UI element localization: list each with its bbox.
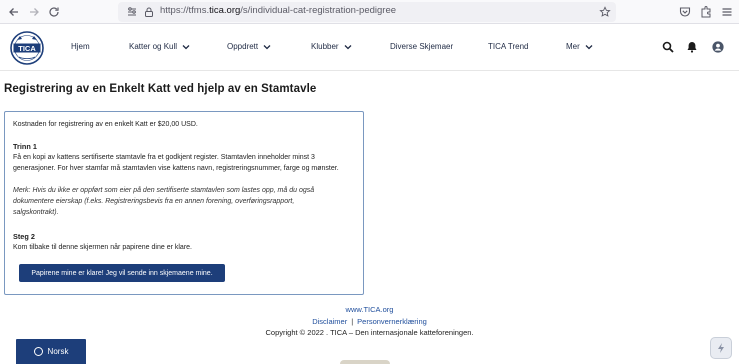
page-title: Registrering av en Enkelt Katt ved hjelp… [4,83,317,95]
nav-mer[interactable]: Mer [566,42,593,51]
browser-toolbar: https://tfms.tica.org/s/individual-cat-r… [0,0,739,24]
nav-diverse-skjemaer[interactable]: Diverse Skjemaer [390,42,453,51]
extensions-icon[interactable] [699,5,713,19]
nav-tica-trend-label: TICA Trend [488,42,529,51]
bookmark-star-icon[interactable] [599,6,611,18]
lock-icon[interactable] [143,6,155,18]
reload-icon[interactable] [46,4,62,20]
url-host: tica.org [209,5,241,16]
chevron-down-icon [182,44,190,49]
address-bar[interactable]: https://tfms.tica.org/s/individual-cat-r… [118,2,616,22]
back-arrow-icon[interactable] [6,4,22,20]
logo-text: TICA [18,44,36,53]
copyright-text: Copyright © 2022 . TICA – Den internasjo… [265,328,474,337]
nav-mer-label: Mer [566,42,580,51]
registration-info-card: Kostnaden for registrering av en enkelt … [4,111,364,295]
language-button[interactable]: Norsk [16,339,86,364]
language-label: Norsk [47,347,69,356]
bell-icon[interactable] [686,41,698,53]
url-text[interactable]: https://tfms.tica.org/s/individual-cat-r… [160,5,396,16]
papers-ready-button[interactable]: Papirene mine er klare! Jeg vil sende in… [19,264,225,282]
privacy-link[interactable]: Personvernerklæring [357,317,427,326]
note-line3: salgskontrakt). [13,209,59,216]
forward-arrow-icon[interactable] [26,4,42,20]
disclaimer-link[interactable]: Disclaimer [312,317,347,326]
site-info-icon[interactable] [126,6,138,18]
step1-heading: Trinn 1 [13,142,37,151]
footer-separator: | [351,317,354,326]
pocket-icon[interactable] [678,5,692,19]
chevron-down-icon [263,44,271,49]
search-icon[interactable] [662,41,674,53]
nav-oppdrett[interactable]: Oppdrett [227,42,271,51]
user-icon[interactable] [712,41,724,53]
language-circle-icon [33,347,43,356]
nav-katter-og-kull-label: Katter og Kull [129,42,178,51]
lightning-widget-icon[interactable] [710,337,732,359]
note-line1: Merk: Hvis du ikke er oppført som eier p… [13,187,315,194]
step2-text: Kom tilbake til denne skjermen når papir… [13,244,192,251]
chevron-down-icon [585,44,593,49]
url-prefix: https://tfms. [160,5,210,16]
nav-hjem-label: Hjem [71,42,90,51]
nav-tica-trend[interactable]: TICA Trend [488,42,528,51]
nav-hjem[interactable]: Hjem [71,42,90,51]
tica-logo[interactable]: TICA [9,31,45,65]
step1-text-line1: Få en kopi av kattens sertifiserte stamt… [13,154,315,161]
step1-text-line2: generasjoner. For hver stamfar må stamta… [13,164,339,172]
tica-site-link[interactable]: www.TICA.org [346,305,394,314]
cost-text: Kostnaden for registrering av en enkelt … [13,121,198,128]
nav-oppdrett-label: Oppdrett [227,42,259,51]
footer-site-row: www.TICA.org [0,305,739,314]
note-line2: dokumentere eierskap (f.eks. Registrerin… [13,198,295,205]
nav-katter-og-kull[interactable]: Katter og Kull [129,42,190,51]
footer-links-row: Disclaimer | Personvernerklæring [0,317,739,326]
chevron-down-icon [344,44,352,49]
decorative-graphic [340,360,390,364]
nav-klubber[interactable]: Klubber [311,42,352,51]
nav-klubber-label: Klubber [311,42,339,51]
url-path: /s/individual-cat-registration-pedigree [240,5,397,16]
site-header: TICA Hjem Katter og Kull Oppdrett Klubbe… [0,25,739,71]
nav-diverse-skjemaer-label: Diverse Skjemaer [390,42,454,51]
menu-icon[interactable] [720,5,734,19]
step2-heading: Steg 2 [13,232,35,241]
